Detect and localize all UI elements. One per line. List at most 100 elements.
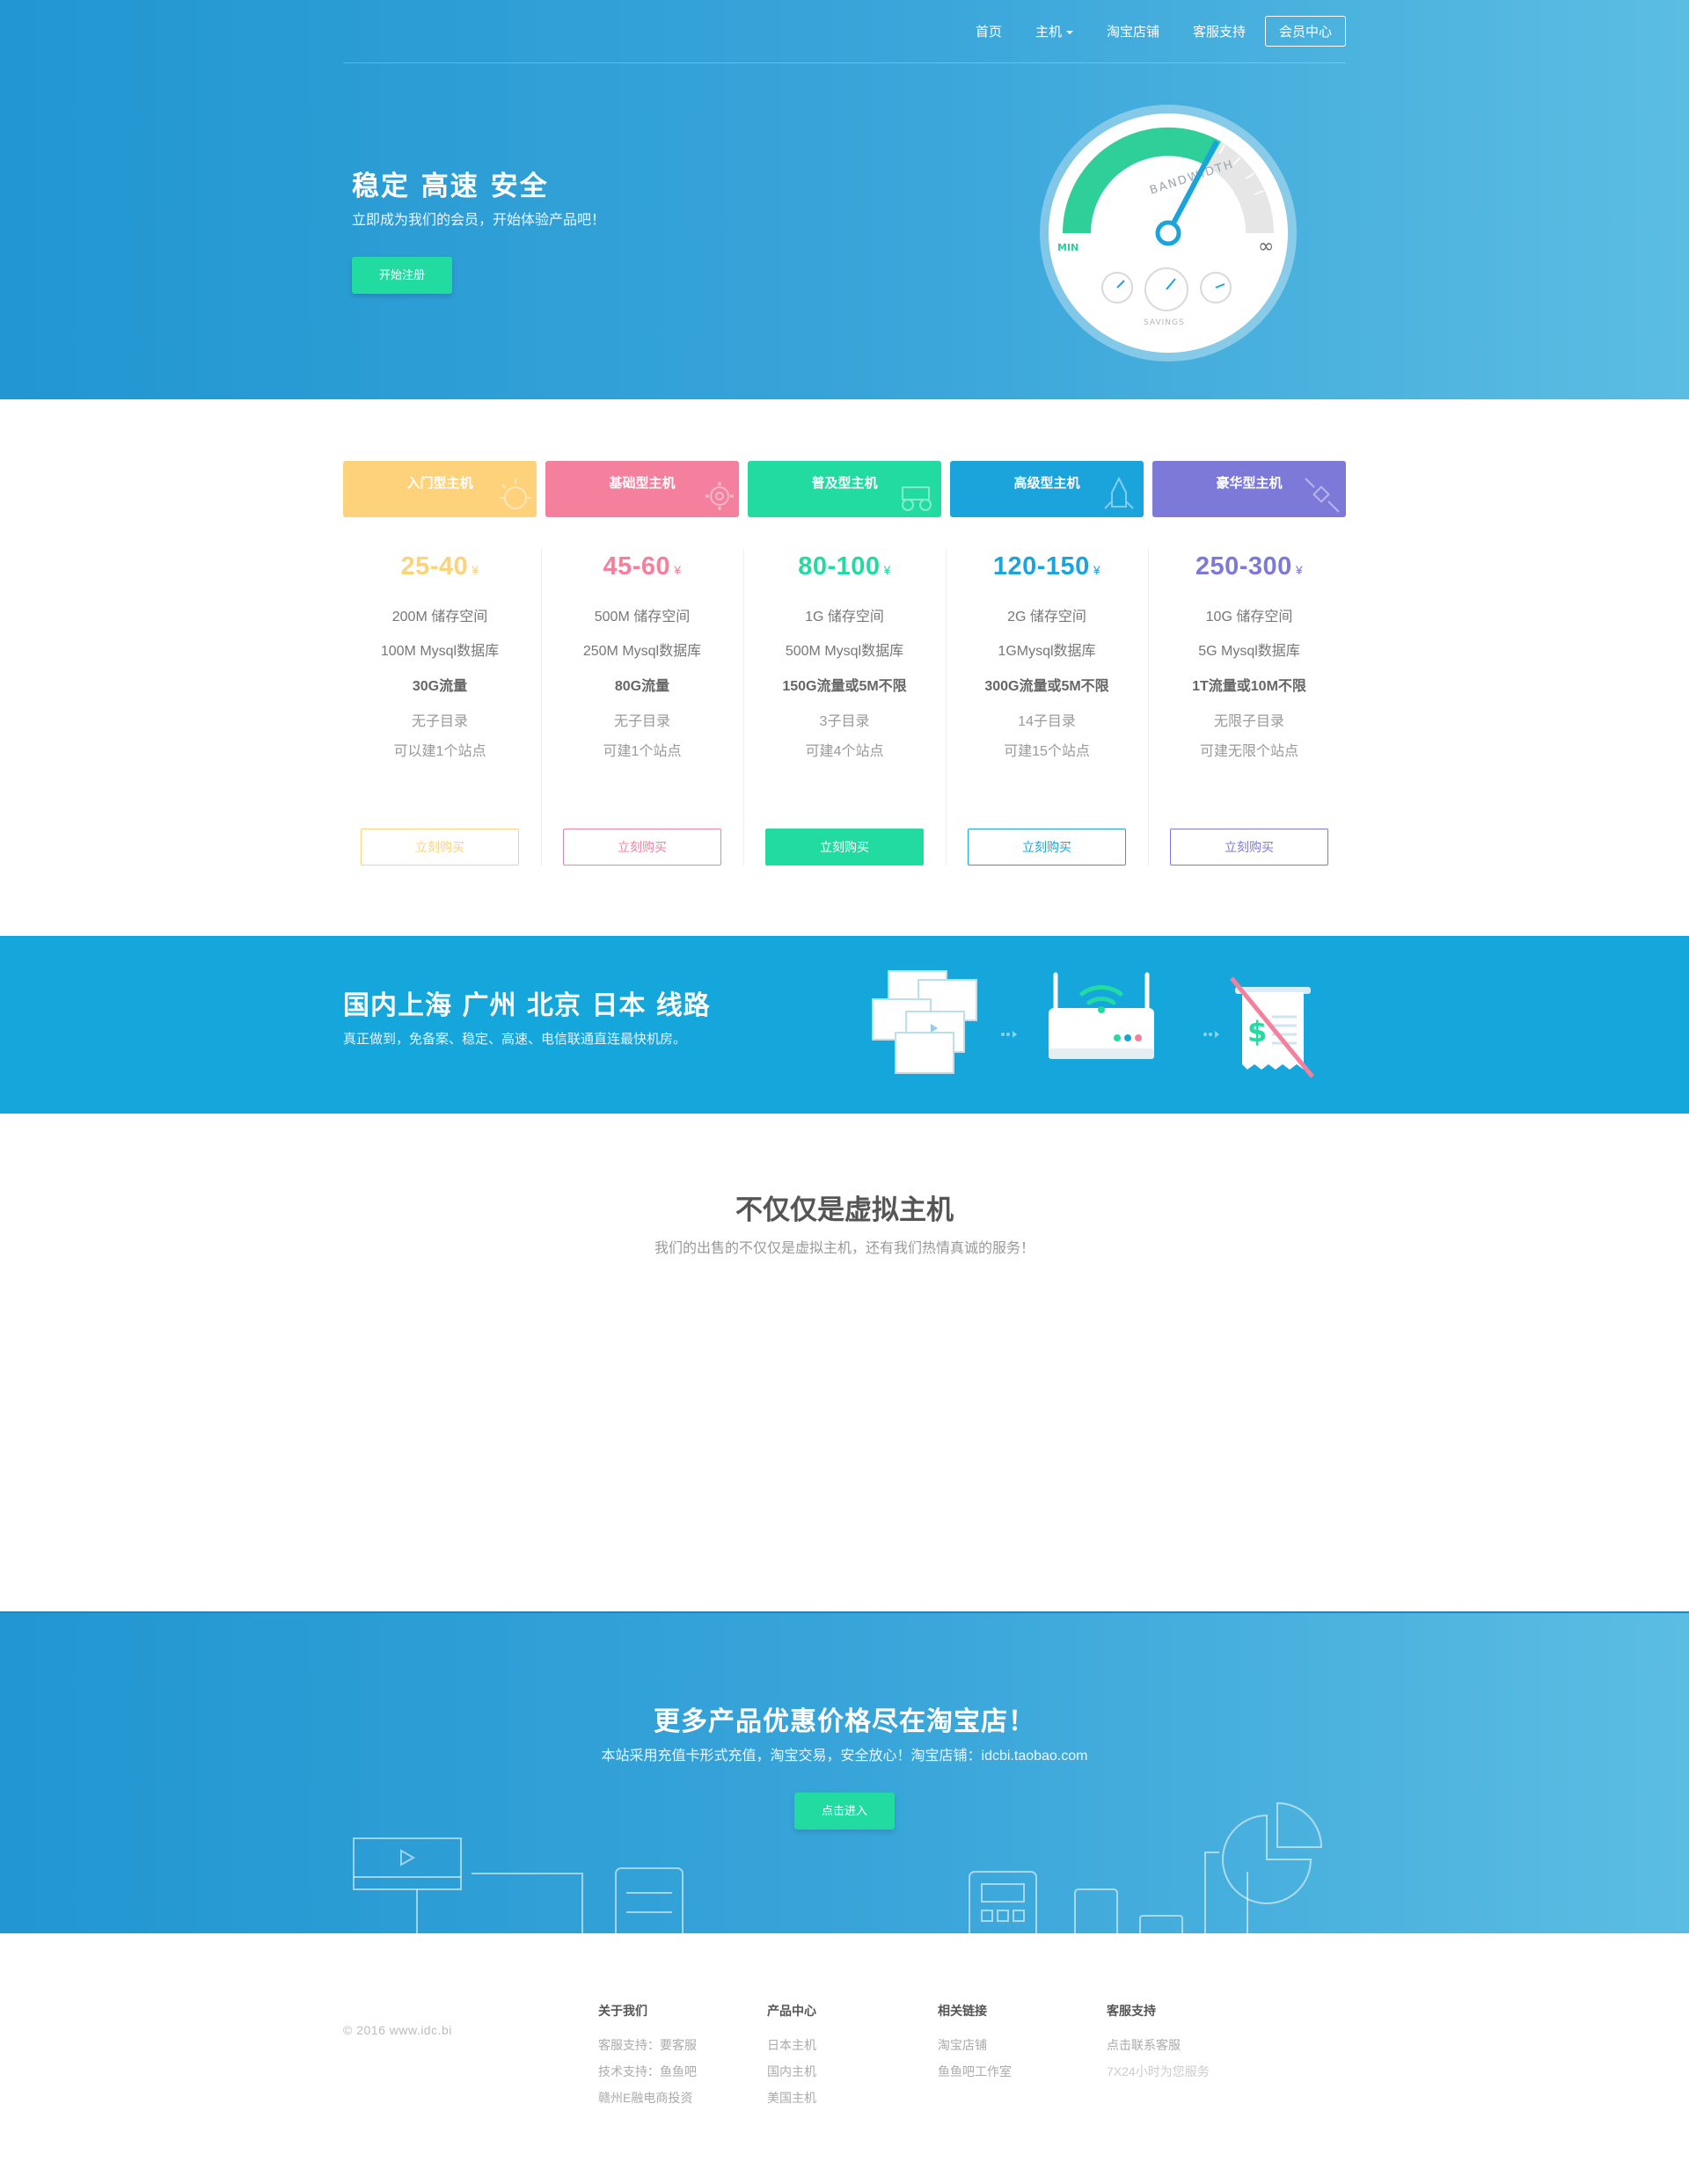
services-title: 不仅仅是虚拟主机	[735, 1194, 954, 1226]
tractor-icon	[902, 486, 932, 511]
footer-link[interactable]: 淘宝店铺	[938, 2032, 1012, 2058]
price-value: 80-100	[798, 552, 881, 581]
pricing-section: 入门型主机 25-40 ¥ 200M 储存空间 100M Mysql数据库 30G…	[343, 461, 1346, 874]
feature-storage: 2G 储存空间	[1007, 610, 1086, 625]
feature-traffic: 1T流量或10M不限	[1192, 679, 1306, 694]
browser-windows-icon	[872, 970, 977, 1074]
buy-button[interactable]: 立刻购买	[361, 829, 519, 866]
currency-symbol: ¥	[1093, 563, 1101, 577]
feature-database: 5G Mysql数据库	[1198, 644, 1300, 659]
feature-sites: 可建1个站点	[603, 744, 682, 759]
price-value: 120-150	[992, 552, 1090, 581]
plan-divider	[541, 549, 542, 866]
feature-database: 500M Mysql数据库	[785, 644, 904, 659]
buy-button[interactable]: 立刻购买	[765, 829, 924, 866]
nav-item-taobao[interactable]: 淘宝店铺	[1107, 22, 1159, 40]
footer-column-title: 相关链接	[938, 2004, 987, 2018]
plan-price: 25-40 ¥	[343, 552, 537, 581]
plan-name: 高级型主机	[1013, 475, 1080, 491]
footer-column-about: 关于我们 客服支持：要客服 技术支持：鱼鱼吧 赣州E融电商投资	[598, 2002, 697, 2111]
footer-link[interactable]: 点击联系客服	[1107, 2032, 1210, 2058]
plan-name: 入门型主机	[406, 475, 473, 491]
feature-traffic: 80G流量	[614, 679, 670, 694]
router-icon	[1049, 972, 1154, 1059]
feature-subdirs: 无限子目录	[1213, 714, 1284, 729]
plan-header: 高级型主机	[950, 461, 1144, 517]
feature-sites: 可建15个站点	[1004, 744, 1090, 759]
speedometer-illustration: BANDWIDTH MIN ∞ SAVINGS	[1040, 105, 1297, 362]
band-title: 国内上海 广州 北京 日本 线路	[343, 990, 711, 1021]
footer-link[interactable]: 鱼鱼吧工作室	[938, 2058, 1012, 2085]
chevron-down-icon	[1065, 31, 1073, 35]
hero-subtitle: 立即成为我们的会员，开始体验产品吧！	[352, 213, 606, 228]
nav-item-label: 首页	[975, 25, 1002, 40]
plan-header: 基础型主机	[545, 461, 739, 517]
plan-name: 基础型主机	[609, 475, 676, 491]
hero-title: 稳定 高速 安全	[352, 171, 549, 202]
plan-card-starter: 入门型主机 25-40 ¥ 200M 储存空间 100M Mysql数据库 30G…	[343, 461, 537, 866]
member-center-button[interactable]: 会员中心	[1264, 16, 1346, 47]
feature-database: 250M Mysql数据库	[582, 644, 702, 659]
nav-item-hosting[interactable]: 主机	[1035, 22, 1073, 40]
price-value: 45-60	[603, 552, 671, 581]
footer-link[interactable]: 日本主机	[767, 2032, 816, 2058]
plan-card-advanced: 高级型主机 120-150 ¥ 2G 储存空间 1GMysql数据库 300G流量…	[950, 461, 1144, 866]
footer-link[interactable]: 国内主机	[767, 2058, 816, 2085]
footer-link[interactable]: 技术支持：鱼鱼吧	[598, 2058, 697, 2085]
feature-subdirs: 无子目录	[613, 714, 670, 729]
gauge-savings-label: SAVINGS	[1144, 318, 1185, 327]
nav-item-label: 主机	[1035, 25, 1062, 40]
plan-header: 普及型主机	[748, 461, 941, 517]
price-value: 25-40	[400, 552, 469, 581]
footer-link[interactable]: 美国主机	[767, 2085, 816, 2111]
cta-title: 更多产品优惠价格尽在淘宝店！	[654, 1706, 1035, 1737]
footer-link[interactable]: 客服支持：要客服	[598, 2032, 697, 2058]
feature-sites: 可建无限个站点	[1199, 744, 1298, 759]
top-nav: 首页 主机 淘宝店铺 客服支持 会员中心	[343, 0, 1346, 63]
plan-divider	[743, 549, 744, 866]
enter-shop-button[interactable]: 点击进入	[794, 1793, 895, 1830]
rocket-icon	[1104, 476, 1134, 509]
footer-link[interactable]: 赣州E融电商投资	[598, 2085, 697, 2111]
devices-line-illustration	[353, 1801, 1323, 1933]
buy-button[interactable]: 立刻购买	[968, 829, 1126, 866]
support-hours: 7X24小时为您服务	[1107, 2064, 1210, 2078]
network-lines-band: 国内上海 广州 北京 日本 线路 真正做到，免备案、稳定、高速、电信联通直连最快…	[0, 936, 1689, 1114]
plan-card-popular: 普及型主机 80-100 ¥ 1G 储存空间 500M Mysql数据库 150G…	[748, 461, 941, 866]
feature-subdirs: 3子目录	[819, 714, 870, 729]
nav-item-support[interactable]: 客服支持	[1193, 22, 1246, 40]
gauge-min-label: MIN	[1057, 242, 1078, 253]
plan-card-deluxe: 豪华型主机 250-300 ¥ 10G 储存空间 5G Mysql数据库 1T流量…	[1152, 461, 1346, 866]
gear-icon	[706, 482, 734, 510]
feature-database: 100M Mysql数据库	[380, 644, 500, 659]
plan-card-basic: 基础型主机 45-60 ¥ 500M 储存空间 250M Mysql数据库 80G…	[545, 461, 739, 866]
plan-price: 120-150 ¥	[950, 552, 1144, 581]
register-button[interactable]: 开始注册	[352, 257, 452, 294]
buy-button[interactable]: 立刻购买	[563, 829, 721, 866]
taobao-cta-section: 更多产品优惠价格尽在淘宝店！ 本站采用充值卡形式充值，淘宝交易，安全放心！淘宝店…	[0, 1611, 1689, 1933]
services-subtitle: 我们的出售的不仅仅是虚拟主机，还有我们热情真诚的服务！	[654, 1241, 1035, 1256]
plan-header: 入门型主机	[343, 461, 537, 517]
network-illustration: $	[872, 970, 1314, 1078]
feature-traffic: 30G流量	[412, 679, 468, 694]
feature-database: 1GMysql数据库	[998, 644, 1096, 659]
buy-button[interactable]: 立刻购买	[1170, 829, 1328, 866]
footer-column-products: 产品中心 日本主机 国内主机 美国主机	[767, 2002, 816, 2111]
cta-subtitle: 本站采用充值卡形式充值，淘宝交易，安全放心！淘宝店铺：idcbi.taobao.…	[601, 1749, 1088, 1764]
copyright: © 2016 www.idc.bi	[343, 2023, 452, 2037]
feature-storage: 200M 储存空间	[391, 610, 488, 625]
currency-symbol: ¥	[472, 563, 479, 577]
feature-subdirs: 14子目录	[1018, 714, 1076, 729]
nav-item-home[interactable]: 首页	[976, 22, 1002, 40]
feature-traffic: 300G流量或5M不限	[984, 679, 1109, 694]
footer-column-links: 相关链接 淘宝店铺 鱼鱼吧工作室	[938, 2002, 1012, 2085]
nav-menu: 首页 主机 淘宝店铺 客服支持 会员中心	[942, 16, 1346, 47]
feature-subdirs: 无子目录	[411, 714, 468, 729]
nav-item-label: 客服支持	[1192, 25, 1246, 40]
plan-name: 豪华型主机	[1216, 475, 1283, 491]
sun-icon	[500, 478, 531, 509]
plan-price: 45-60 ¥	[545, 552, 739, 581]
footer-column-title: 产品中心	[767, 2004, 816, 2018]
footer-column-title: 客服支持	[1107, 2004, 1156, 2018]
hero-section: 首页 主机 淘宝店铺 客服支持 会员中心 稳定 高速 安全 立即成为我们的会员，…	[0, 0, 1689, 399]
